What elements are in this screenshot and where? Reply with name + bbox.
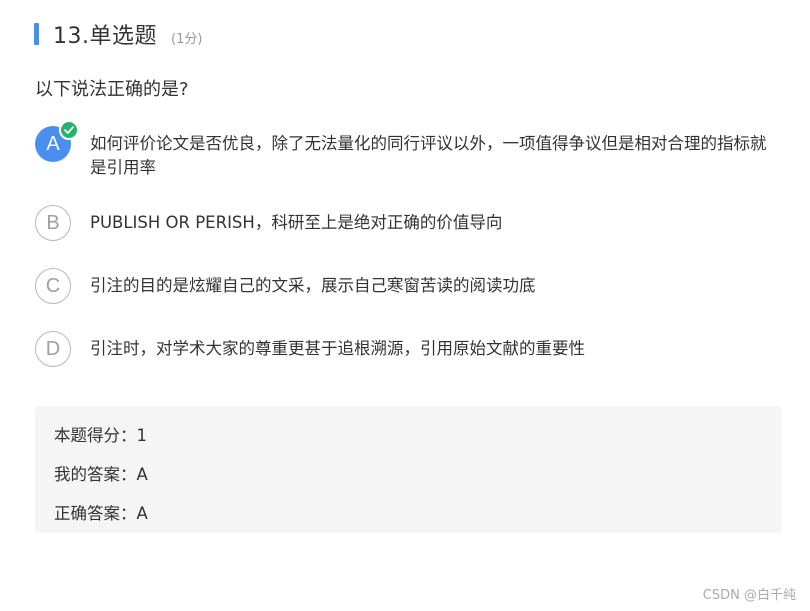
- option-c-letter: C: [45, 274, 61, 297]
- option-c-marker[interactable]: C: [35, 268, 71, 304]
- question-header: 13.单选题 (1分): [34, 18, 202, 50]
- option-b-letter: B: [46, 211, 60, 234]
- answer-result-panel: 本题得分：1 我的答案：A 正确答案：A: [35, 406, 782, 533]
- option-c[interactable]: C 引注的目的是炫耀自己的文采，展示自己寒窗苦读的阅读功底: [35, 268, 780, 304]
- option-d-marker[interactable]: D: [35, 331, 71, 367]
- correct-answer: 正确答案：A: [54, 504, 148, 523]
- my-answer: 我的答案：A: [54, 465, 148, 484]
- option-d[interactable]: D 引注时，对学术大家的尊重更甚于追根溯源，引用原始文献的重要性: [35, 331, 780, 367]
- watermark: CSDN @白千纯: [702, 588, 796, 603]
- option-a-letter: A: [46, 132, 60, 155]
- option-d-letter: D: [45, 337, 61, 360]
- option-a-text: 如何评价论文是否优良，除了无法量化的同行评议以外，一项值得争议但是相对合理的指标…: [90, 134, 767, 177]
- option-c-text: 引注的目的是炫耀自己的文采，展示自己寒窗苦读的阅读功底: [90, 276, 536, 295]
- question-score: (1分): [171, 31, 203, 47]
- option-b-text: PUBLISH OR PERISH，科研至上是绝对正确的价值导向: [90, 213, 503, 232]
- option-b-marker[interactable]: B: [35, 205, 71, 241]
- option-a-marker[interactable]: A: [35, 120, 79, 162]
- option-a[interactable]: A 如何评价论文是否优良，除了无法量化的同行评议以外，一项值得争议但是相对合理的…: [35, 120, 780, 180]
- check-circle-icon: [59, 120, 79, 140]
- question-title: 13.单选题: [53, 24, 157, 49]
- option-b[interactable]: B PUBLISH OR PERISH，科研至上是绝对正确的价值导向: [35, 205, 780, 241]
- question-score-result: 本题得分：1: [54, 426, 147, 445]
- question-stem: 以下说法正确的是?: [35, 79, 189, 100]
- title-accent-bar: [34, 23, 39, 45]
- option-d-text: 引注时，对学术大家的尊重更甚于追根溯源，引用原始文献的重要性: [90, 339, 585, 358]
